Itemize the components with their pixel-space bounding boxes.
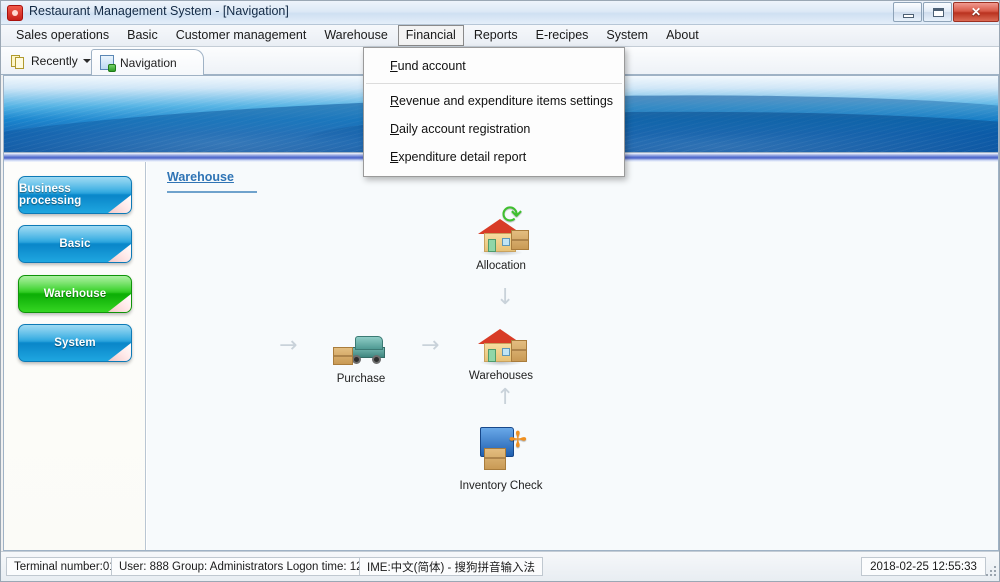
accelerator-letter: E	[390, 150, 399, 164]
menu-customer-management[interactable]: Customer management	[168, 25, 315, 46]
page-title: Warehouse	[167, 170, 234, 184]
sidebar-item-basic[interactable]: Basic	[18, 225, 132, 263]
page-curl-icon	[108, 294, 131, 312]
node-label: Allocation	[476, 260, 526, 272]
app-icon	[7, 5, 23, 21]
status-datetime: 2018-02-25 12:55:33	[861, 557, 986, 576]
status-ime: IME:中文(简体) - 搜狗拼音输入法	[359, 557, 544, 576]
house-door	[488, 239, 496, 252]
accelerator-letter: R	[390, 94, 400, 108]
close-button[interactable]: ✕	[953, 2, 999, 22]
window-controls: ✕	[893, 2, 999, 22]
recycle-arrows-icon: ⟳	[501, 200, 523, 229]
truck-cab	[355, 336, 383, 350]
tab-navigation[interactable]: Navigation	[91, 49, 204, 75]
house-door	[488, 349, 496, 362]
tool-icon: ✢	[508, 428, 527, 453]
node-purchase[interactable]: Purchase	[306, 317, 416, 385]
status-bar: Terminal number:01 User: 888 Group: Admi…	[1, 551, 999, 581]
menu-item-expenditure-detail-report[interactable]: Expenditure detail report	[364, 143, 624, 171]
truck-wheel	[372, 355, 381, 364]
arrow-allocation-to-warehouses: ↓	[496, 285, 515, 310]
sidebar-item-label: Basic	[59, 238, 91, 250]
menu-about[interactable]: About	[658, 25, 707, 46]
menu-e-recipes[interactable]: E-recipes	[528, 25, 597, 46]
menu-sales-operations[interactable]: Sales operations	[8, 25, 117, 46]
sidebar: Business processing Basic Warehouse Syst…	[4, 162, 146, 550]
sidebar-item-label: Business processing	[19, 183, 82, 207]
cargo-box-icon	[333, 347, 353, 365]
tab-navigation-label: Navigation	[120, 55, 177, 70]
title-underline	[167, 191, 257, 193]
house-window	[502, 348, 510, 356]
maximize-icon	[933, 8, 944, 17]
cargo-box-icon	[484, 448, 506, 470]
menu-basic[interactable]: Basic	[119, 25, 166, 46]
node-label: Inventory Check	[459, 480, 543, 492]
folder-with-boxes-and-tool-icon: ✢	[473, 424, 529, 476]
arrow-left-into-purchase: →	[279, 333, 298, 358]
menu-item-text: und account	[397, 59, 466, 73]
window-title: Restaurant Management System - [Navigati…	[29, 4, 289, 18]
menu-item-fund-account[interactable]: Fund account	[364, 52, 624, 80]
menu-system[interactable]: System	[598, 25, 656, 46]
menu-item-text: aily account registration	[399, 122, 531, 136]
sidebar-item-business-processing[interactable]: Business processing	[18, 176, 132, 214]
chevron-down-icon[interactable]	[82, 59, 91, 63]
recently-button[interactable]: Recently	[11, 51, 91, 71]
arrow-purchase-to-warehouses: →	[421, 333, 440, 358]
menu-item-text: evenue and expenditure items settings	[399, 94, 614, 108]
menu-financial[interactable]: Financial	[397, 25, 464, 46]
menu-item-text: xpenditure detail report	[398, 150, 527, 164]
minimize-icon	[903, 14, 914, 18]
menu-item-daily-account-registration[interactable]: Daily account registration	[364, 115, 624, 143]
sidebar-item-label: Warehouse	[43, 288, 107, 300]
accelerator-letter: D	[390, 122, 400, 136]
maximize-button[interactable]	[923, 2, 952, 22]
cargo-box-icon	[511, 340, 527, 362]
pages-icon	[11, 54, 26, 69]
node-allocation[interactable]: ⟳ Allocation	[446, 200, 556, 272]
page-curl-icon	[108, 343, 131, 361]
application-window: Restaurant Management System - [Navigati…	[0, 0, 1000, 582]
close-icon: ✕	[970, 5, 982, 19]
work-area: Business processing Basic Warehouse Syst…	[3, 162, 999, 551]
page-curl-icon	[108, 244, 131, 262]
truck-with-box-icon	[333, 317, 389, 369]
resize-grip-icon[interactable]	[986, 566, 998, 578]
cargo-box-icon	[511, 230, 529, 250]
sidebar-item-system[interactable]: System	[18, 324, 132, 362]
node-label: Purchase	[336, 373, 386, 385]
financial-dropdown-menu: Fund account Revenue and expenditure ite…	[363, 47, 625, 177]
node-inventory-check[interactable]: ✢ Inventory Check	[446, 424, 556, 492]
truck-wheel	[352, 355, 361, 364]
node-warehouses[interactable]: Warehouses	[446, 314, 556, 382]
menu-item-revenue-expenditure-settings[interactable]: Revenue and expenditure items settings	[364, 87, 624, 115]
house-with-recycle-arrows-and-box-icon: ⟳	[473, 200, 529, 256]
menu-reports[interactable]: Reports	[466, 25, 526, 46]
house-window	[502, 238, 510, 246]
menu-bar: Sales operations Basic Customer manageme…	[1, 25, 999, 47]
recently-label: Recently	[31, 54, 78, 68]
sidebar-item-label: System	[54, 337, 96, 349]
title-bar: Restaurant Management System - [Navigati…	[1, 1, 999, 25]
content-pane: Warehouse ⟳ Allocation ↓ Purchase → → Wa…	[147, 162, 998, 550]
accelerator-letter: F	[390, 59, 398, 73]
arrow-inventory-to-warehouses: ↑	[496, 385, 515, 410]
menu-warehouse[interactable]: Warehouse	[316, 25, 395, 46]
menu-separator	[366, 83, 622, 84]
house-with-boxes-icon	[473, 314, 529, 366]
minimize-button[interactable]	[893, 2, 922, 22]
document-new-icon	[100, 55, 116, 72]
status-terminal-number: Terminal number:01	[6, 557, 124, 576]
sidebar-item-warehouse[interactable]: Warehouse	[18, 275, 132, 313]
node-label: Warehouses	[468, 370, 534, 382]
